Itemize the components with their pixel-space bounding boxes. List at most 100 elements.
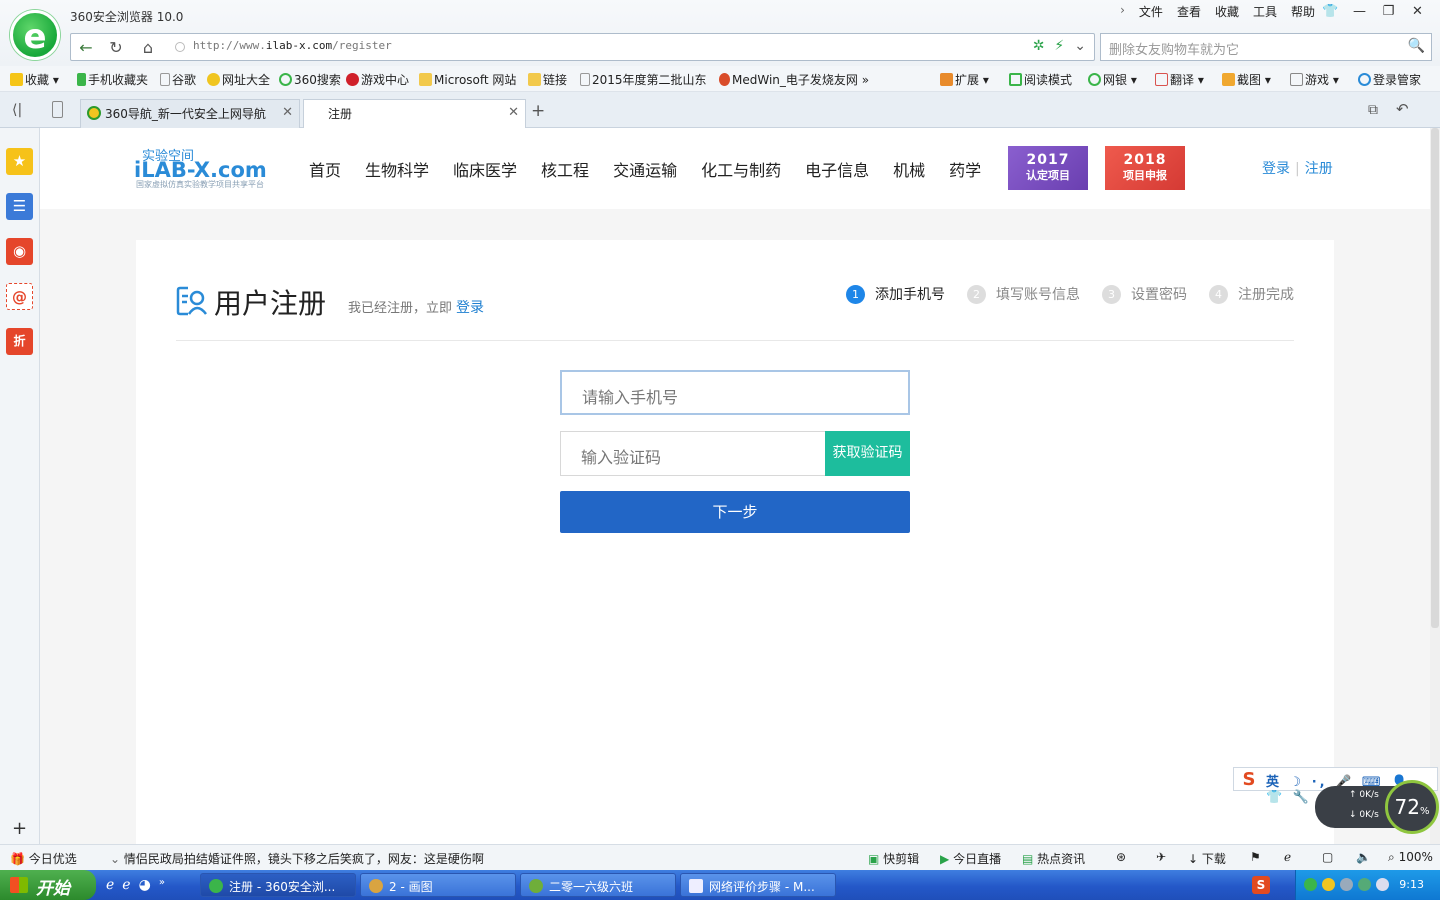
nav-mechanical[interactable]: 机械 xyxy=(893,157,925,181)
sogou-ime-icon[interactable]: S xyxy=(1236,769,1262,791)
restore-tabs-icon[interactable]: ⧉ xyxy=(1368,102,1378,118)
tool-translate[interactable]: 翻译 ▾ xyxy=(1155,71,1204,88)
tool-screenshot[interactable]: 截图 ▾ xyxy=(1222,71,1271,88)
bookmark-hao360[interactable]: 网址大全 xyxy=(207,71,270,88)
network-speed-widget[interactable]: ↑ 0K/s ↓ 0K/s 72% xyxy=(1315,780,1439,834)
status-live[interactable]: ▶ 今日直播 xyxy=(940,850,1001,867)
scrollbar-thumb[interactable] xyxy=(1431,128,1439,628)
bookmark-shandong[interactable]: 2015年度第二批山东 xyxy=(580,71,707,88)
chevron-down-icon[interactable]: ⌄ xyxy=(1074,38,1086,54)
nav-electronics[interactable]: 电子信息 xyxy=(805,157,869,181)
next-step-button[interactable]: 下一步 xyxy=(560,491,910,533)
status-hot-news[interactable]: ▤ 热点资讯 xyxy=(1022,850,1085,867)
shield-tray-icon[interactable] xyxy=(1376,878,1389,891)
360-tray-icon[interactable] xyxy=(1304,878,1317,891)
ie-icon[interactable]: ℯ xyxy=(106,877,114,893)
banner-2018[interactable]: 2018 项目申报 xyxy=(1105,146,1185,190)
status-volume[interactable]: 🔈 xyxy=(1356,850,1371,864)
browser-icon[interactable]: ℯ xyxy=(122,877,130,893)
menu-tools[interactable]: 工具 xyxy=(1253,3,1277,20)
status-window[interactable]: ▢ xyxy=(1322,850,1333,864)
speed-mode-icon[interactable]: ✲ xyxy=(1033,38,1045,54)
close-tab-icon[interactable]: ✕ xyxy=(282,105,293,120)
phone-input[interactable]: 请输入手机号 xyxy=(560,370,910,415)
mail-icon[interactable]: @ xyxy=(6,283,33,310)
status-speedup[interactable]: ⊛ xyxy=(1116,850,1126,864)
bookmark-medwin[interactable]: MedWin_电子发烧友网 » xyxy=(719,71,869,88)
undo-close-icon[interactable]: ↶ xyxy=(1396,100,1409,118)
qq-icon[interactable]: ◕ xyxy=(139,877,151,893)
nav-clinical[interactable]: 临床医学 xyxy=(453,157,517,181)
nav-nuclear[interactable]: 核工程 xyxy=(541,157,589,181)
bookmark-mobile[interactable]: 手机收藏夹 xyxy=(77,71,148,88)
status-ie[interactable]: ℯ xyxy=(1284,850,1291,864)
tool-games[interactable]: 游戏 ▾ xyxy=(1290,71,1339,88)
news-ticker[interactable]: ⌄ 情侣民政局拍结婚证件照，镜头下移之后笑疯了，网友：这是硬伤啊 xyxy=(110,850,484,867)
banner-2017[interactable]: 2017 认定项目 xyxy=(1008,146,1088,190)
browser-logo-icon[interactable]: e xyxy=(10,10,60,60)
today-picks[interactable]: 🎁 今日优选 xyxy=(10,850,77,867)
bookmark-360search[interactable]: 360搜索 xyxy=(279,71,341,88)
tool-reader[interactable]: 阅读模式 xyxy=(1009,71,1072,88)
menu-help[interactable]: 帮助 xyxy=(1291,3,1315,20)
lightning-icon[interactable]: ⚡ xyxy=(1054,38,1064,54)
home-icon[interactable]: ⌂ xyxy=(137,37,159,59)
new-tab-button[interactable]: + xyxy=(531,101,545,121)
register-link[interactable]: 注册 xyxy=(1305,161,1333,177)
nav-pharmacy[interactable]: 药学 xyxy=(949,157,981,181)
start-button[interactable]: 开始 xyxy=(0,870,96,900)
menu-favorites[interactable]: 收藏 xyxy=(1215,3,1239,20)
security-tray-icon[interactable] xyxy=(1358,878,1371,891)
discount-icon[interactable]: 折 xyxy=(6,328,33,355)
back-icon[interactable]: ← xyxy=(75,37,97,59)
task-browser[interactable]: 注册 - 360安全浏... xyxy=(200,873,356,897)
bookmark-favorites[interactable]: 收藏 ▾ xyxy=(10,71,59,88)
url-field[interactable]: http://www.ilab-x.com/register xyxy=(193,39,392,52)
nav-transport[interactable]: 交通运输 xyxy=(613,157,677,181)
nav-home[interactable]: 首页 xyxy=(309,157,341,181)
menu-view[interactable]: 查看 xyxy=(1177,3,1201,20)
tool-bank[interactable]: 网银 ▾ xyxy=(1088,71,1137,88)
task-word[interactable]: 网络评价步骤 - M... xyxy=(680,873,836,897)
nav-chemical[interactable]: 化工与制药 xyxy=(701,157,781,181)
news-icon[interactable]: ☰ xyxy=(6,193,33,220)
skin-icon[interactable]: 👕 xyxy=(1316,2,1345,22)
page-scrollbar[interactable] xyxy=(1430,128,1440,844)
network-tray-icon[interactable] xyxy=(1340,878,1353,891)
bookmark-microsoft[interactable]: Microsoft 网站 xyxy=(419,71,516,88)
status-pin[interactable]: ✈ xyxy=(1156,850,1166,864)
refresh-icon[interactable]: ↻ xyxy=(105,37,127,59)
zoom-level[interactable]: ⌕ 100% xyxy=(1388,850,1433,865)
status-download[interactable]: ↓ 下载 xyxy=(1188,850,1226,867)
status-quick-edit[interactable]: ▣ 快剪辑 xyxy=(868,850,919,867)
favorites-star-icon[interactable]: ★ xyxy=(6,148,33,175)
tab-register[interactable]: 注册 ✕ xyxy=(303,99,526,128)
minimize-button[interactable]: — xyxy=(1345,2,1374,22)
hint-login-link[interactable]: 登录 xyxy=(456,300,484,316)
add-sidebar-icon[interactable]: + xyxy=(12,818,27,839)
qq-tray-icon[interactable] xyxy=(1322,878,1335,891)
weibo-icon[interactable]: ◉ xyxy=(6,238,33,265)
status-flag[interactable]: ⚑ xyxy=(1250,850,1261,864)
sogou-tray-icon[interactable]: S xyxy=(1252,876,1270,894)
close-button[interactable]: ✕ xyxy=(1403,2,1432,22)
login-link[interactable]: 登录 xyxy=(1262,161,1290,177)
code-input[interactable]: 输入验证码 xyxy=(560,431,826,476)
search-input[interactable]: 删除女友购物车就为它 🔍 xyxy=(1100,33,1432,61)
tool-extensions[interactable]: 扩展 ▾ xyxy=(940,71,989,88)
bookmark-games[interactable]: 游戏中心 xyxy=(346,71,409,88)
tab-360nav[interactable]: 360导航_新一代安全上网导航 ✕ xyxy=(80,99,300,128)
sidebar-toggle-icon[interactable]: ⟨| xyxy=(12,102,22,118)
tool-login-manager[interactable]: 登录管家 xyxy=(1358,71,1421,88)
mobile-icon[interactable] xyxy=(52,101,63,118)
task-paint[interactable]: 2 - 画图 xyxy=(360,873,516,897)
menu-chevron-icon[interactable]: › xyxy=(1120,3,1125,20)
search-icon[interactable]: 🔍 xyxy=(1408,38,1425,54)
bookmark-google[interactable]: 谷歌 xyxy=(160,71,196,88)
bookmark-links[interactable]: 链接 xyxy=(528,71,567,88)
more-icon[interactable]: » xyxy=(159,877,165,893)
maximize-button[interactable]: ❐ xyxy=(1374,2,1403,22)
menu-file[interactable]: 文件 xyxy=(1139,3,1163,20)
nav-biology[interactable]: 生物科学 xyxy=(365,157,429,181)
close-tab-icon[interactable]: ✕ xyxy=(508,105,519,120)
